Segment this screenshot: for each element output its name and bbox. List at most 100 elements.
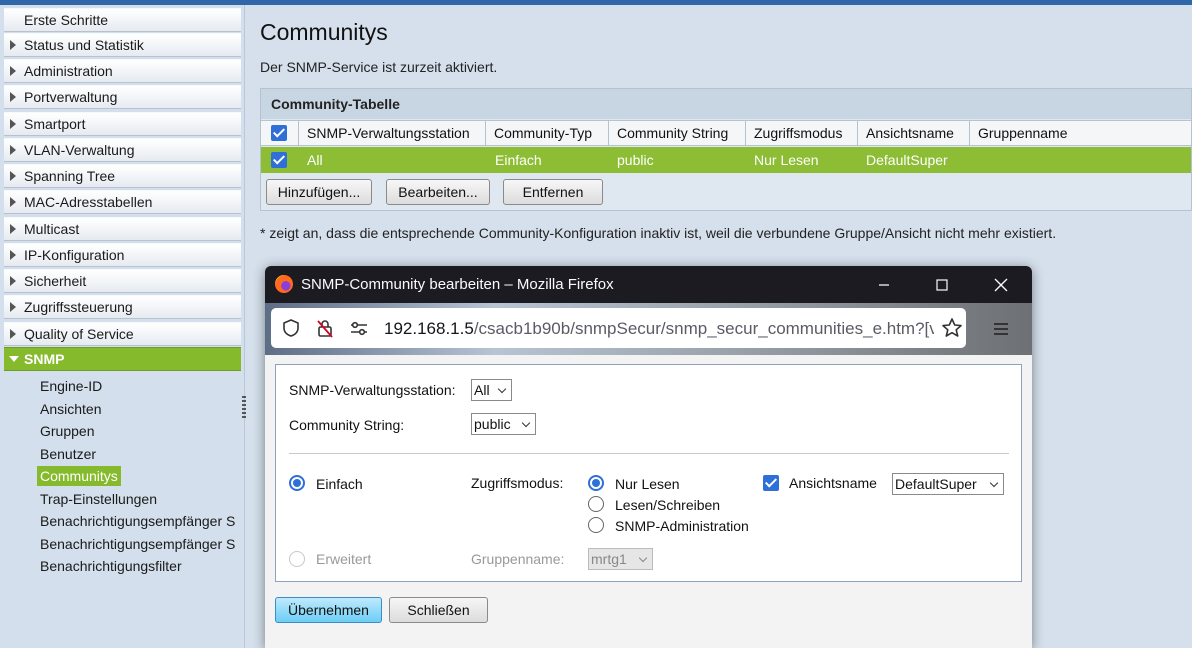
menu-icon[interactable] — [994, 323, 1008, 335]
read-only-label: Nur Lesen — [615, 476, 680, 492]
simple-radio[interactable] — [289, 475, 305, 491]
nav-label: MAC-Adresstabellen — [24, 194, 153, 210]
subnav-trap-settings[interactable]: Trap-Einstellungen — [40, 489, 157, 509]
col-station[interactable]: SNMP-Verwaltungsstation — [299, 121, 486, 146]
add-button[interactable]: Hinzufügen... — [266, 179, 372, 205]
nav-label: Zugriffssteuerung — [24, 299, 133, 315]
sidebar: Erste Schritte Status und Statistik Admi… — [0, 5, 245, 648]
subnav-communities[interactable]: Communitys — [37, 466, 121, 486]
subnav-views[interactable]: Ansichten — [40, 399, 101, 419]
read-only-radio[interactable] — [588, 475, 604, 491]
table-row[interactable]: All Einfach public Nur Lesen DefaultSupe… — [261, 147, 1191, 173]
subnav-notification-filter[interactable]: Benachrichtigungsfilter — [40, 556, 182, 576]
cell-string: public — [617, 152, 654, 168]
nav-ip-config[interactable]: IP-Konfiguration — [4, 243, 241, 267]
select-all-checkbox[interactable] — [271, 125, 287, 141]
nav-security[interactable]: Sicherheit — [4, 269, 241, 293]
nav-label: Smartport — [24, 116, 86, 132]
nav-portverwaltung[interactable]: Portverwaltung — [4, 85, 241, 109]
nav-label: VLAN-Verwaltung — [24, 142, 135, 158]
bookmark-star-icon[interactable] — [941, 317, 962, 337]
insecure-lock-icon[interactable] — [315, 318, 335, 338]
expand-arrow-icon — [9, 40, 17, 50]
nav-qos[interactable]: Quality of Service — [4, 322, 241, 346]
nav-vlan[interactable]: VLAN-Verwaltung — [4, 138, 241, 162]
community-table: Community-Tabelle SNMP-Verwaltungsstatio… — [260, 88, 1192, 211]
footnote: * zeigt an, dass die entsprechende Commu… — [260, 225, 1057, 241]
nav-spanning-tree[interactable]: Spanning Tree — [4, 164, 241, 188]
expand-arrow-icon — [9, 145, 17, 155]
cell-view: DefaultSuper — [866, 152, 948, 168]
subnav-notification-recipients-1[interactable]: Benachrichtigungsempfänger S — [40, 511, 235, 531]
edit-button[interactable]: Bearbeiten... — [386, 179, 490, 205]
expand-arrow-icon — [9, 276, 17, 286]
maximize-icon[interactable] — [913, 266, 971, 303]
nav-smartport[interactable]: Smartport — [4, 112, 241, 136]
url-text: 192.168.1.5/csacb1b90b/snmpSecur/snmp_se… — [384, 319, 934, 339]
col-type[interactable]: Community-Typ — [486, 121, 609, 146]
subnav-users[interactable]: Benutzer — [40, 444, 96, 464]
expand-arrow-icon — [9, 119, 17, 129]
nav-label: Erste Schritte — [24, 12, 109, 28]
page-title: Communitys — [260, 19, 388, 45]
community-string-select[interactable]: public — [471, 413, 536, 435]
firefox-logo-icon — [275, 275, 293, 293]
nav-administration[interactable]: Administration — [4, 59, 241, 83]
col-string[interactable]: Community String — [609, 121, 746, 146]
close-icon[interactable] — [972, 266, 1030, 303]
read-write-label: Lesen/Schreiben — [615, 497, 721, 513]
status-text: Der SNMP-Service ist zurzeit aktiviert. — [260, 59, 498, 75]
station-select[interactable]: All — [471, 379, 512, 401]
advanced-radio[interactable] — [289, 551, 305, 567]
expand-arrow-icon — [9, 224, 17, 234]
nav-status-statistik[interactable]: Status und Statistik — [4, 33, 241, 57]
subnav-notification-recipients-2[interactable]: Benachrichtigungsempfänger S — [40, 534, 235, 554]
nav-label: Quality of Service — [24, 326, 134, 342]
cell-station: All — [307, 152, 323, 168]
close-button[interactable]: Schließen — [389, 597, 488, 623]
view-name-checkbox[interactable] — [763, 475, 779, 491]
url-bar[interactable]: 192.168.1.5/csacb1b90b/snmpSecur/snmp_se… — [271, 308, 966, 348]
view-name-label: Ansichtsname — [789, 475, 877, 491]
nav-access-control[interactable]: Zugriffssteuerung — [4, 295, 241, 319]
browser-toolbar: 192.168.1.5/csacb1b90b/snmpSecur/snmp_se… — [265, 303, 1032, 355]
nav-erste-schritte[interactable]: Erste Schritte — [4, 8, 241, 32]
snmp-admin-radio[interactable] — [588, 517, 604, 533]
collapse-arrow-icon — [9, 354, 19, 364]
snmp-admin-label: SNMP-Administration — [615, 518, 749, 534]
edit-community-window: SNMP-Community bearbeiten – Mozilla Fire… — [265, 266, 1032, 648]
expand-arrow-icon — [9, 197, 17, 207]
expand-arrow-icon — [9, 250, 17, 260]
nav-label: Multicast — [24, 221, 80, 237]
simple-label: Einfach — [316, 476, 363, 492]
col-group[interactable]: Gruppenname — [970, 121, 1192, 146]
cell-type: Einfach — [495, 152, 542, 168]
permissions-icon[interactable] — [349, 318, 369, 338]
window-title: SNMP-Community bearbeiten – Mozilla Fire… — [301, 276, 614, 293]
minimize-icon[interactable] — [855, 266, 913, 303]
view-name-select[interactable]: DefaultSuper — [892, 473, 1004, 495]
expand-arrow-icon — [9, 171, 17, 181]
nav-multicast[interactable]: Multicast — [4, 217, 241, 241]
nav-label: Spanning Tree — [24, 168, 116, 184]
apply-button[interactable]: Übernehmen — [275, 597, 382, 623]
window-titlebar[interactable]: SNMP-Community bearbeiten – Mozilla Fire… — [265, 266, 1032, 303]
col-access[interactable]: Zugriffsmodus — [746, 121, 858, 146]
table-caption: Community-Tabelle — [261, 89, 1191, 119]
station-label: SNMP-Verwaltungsstation: — [289, 382, 456, 398]
nav-snmp[interactable]: SNMP — [4, 347, 241, 371]
read-write-radio[interactable] — [588, 496, 604, 512]
subnav-groups[interactable]: Gruppen — [40, 421, 94, 441]
divider — [289, 453, 1009, 454]
remove-button[interactable]: Entfernen — [503, 179, 603, 205]
subnav-engine-id[interactable]: Engine-ID — [40, 376, 102, 396]
row-checkbox[interactable] — [271, 152, 287, 168]
nav-mac-tables[interactable]: MAC-Adresstabellen — [4, 190, 241, 214]
table-header: SNMP-Verwaltungsstation Community-Typ Co… — [261, 120, 1191, 146]
sidebar-resize-handle[interactable] — [242, 396, 246, 420]
group-name-select[interactable]: mrtg1 — [588, 548, 653, 570]
header-select-cell — [261, 121, 299, 146]
cell-access: Nur Lesen — [754, 152, 819, 168]
shield-icon[interactable] — [281, 318, 301, 338]
col-view[interactable]: Ansichtsname — [858, 121, 970, 146]
